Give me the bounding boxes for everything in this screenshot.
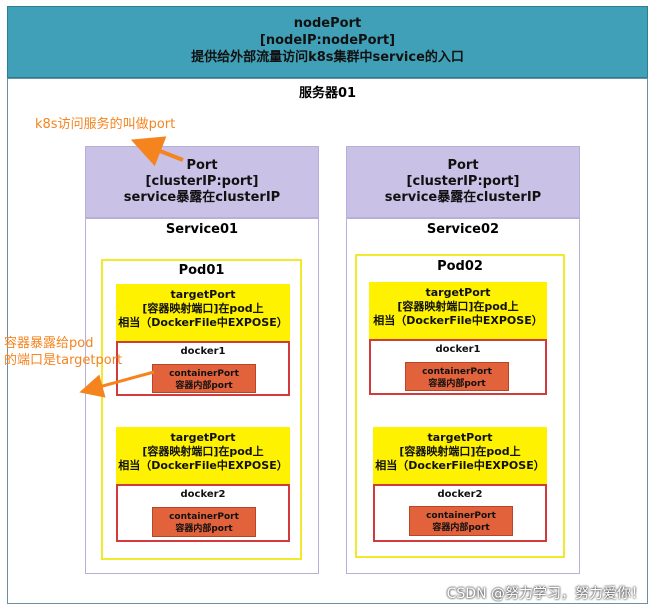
target-port-arrow	[79, 370, 155, 398]
port-arrow	[130, 136, 184, 167]
watermark: CSDN @努力学习，努力爱你！	[446, 586, 645, 602]
annotation-arrows	[79, 136, 184, 398]
